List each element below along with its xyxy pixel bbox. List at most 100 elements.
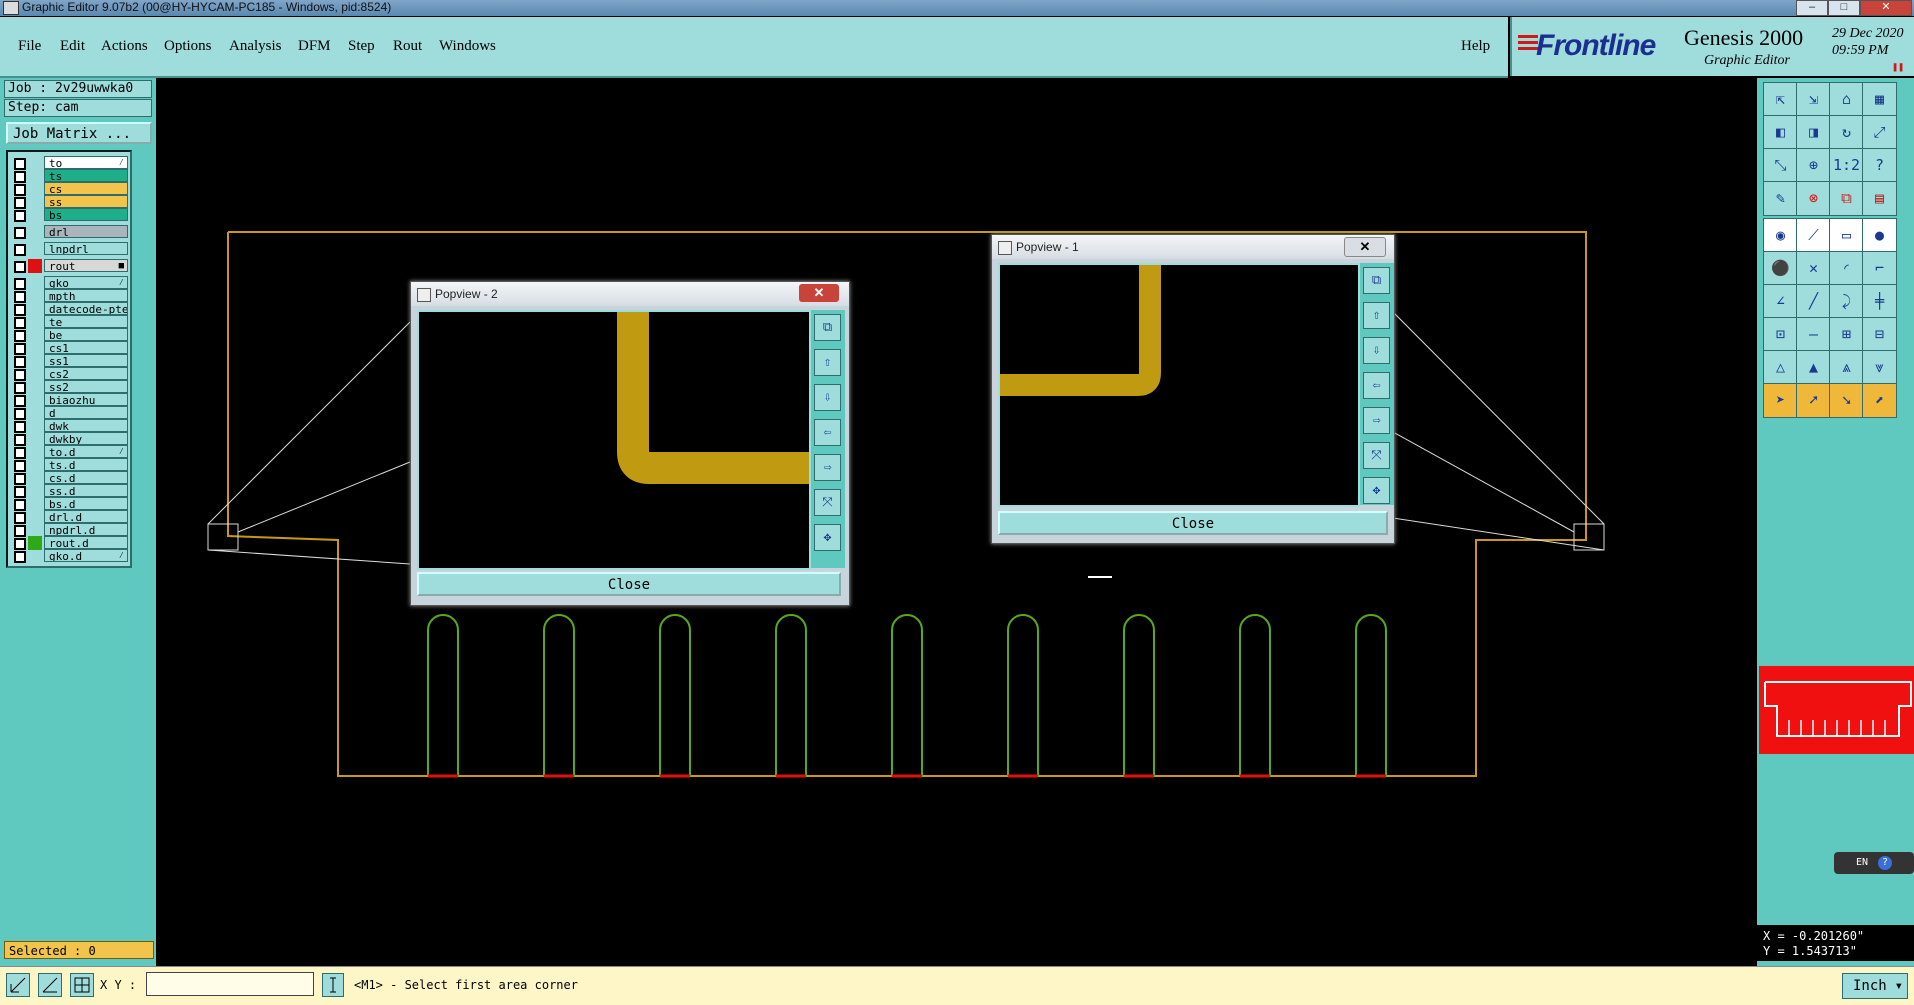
popup-up-icon[interactable]: ⇧ [814, 349, 841, 376]
layer-name[interactable]: bs [44, 208, 128, 221]
tri-icon[interactable]: △ [1763, 350, 1798, 385]
layer-row[interactable]: d [10, 406, 128, 420]
scale-1-2-icon[interactable]: 1:2 [1829, 148, 1864, 183]
layer-name[interactable]: te [44, 315, 128, 328]
layer-name[interactable]: rout.d [44, 536, 128, 549]
close-icon[interactable]: ✕ [1860, 0, 1912, 16]
menu-step[interactable]: Step [348, 38, 375, 55]
copy-icon[interactable]: ⊟ [1862, 317, 1897, 352]
layer-name[interactable]: to.d ⁄ [44, 445, 128, 458]
popup-down-icon[interactable]: ⇩ [814, 384, 841, 411]
menu-options[interactable]: Options [164, 38, 212, 55]
pointer-icon[interactable]: ➤ [1763, 383, 1798, 418]
corner-icon[interactable]: ⌐ [1862, 251, 1897, 286]
layer-checkbox[interactable] [14, 551, 26, 563]
layer-row[interactable]: biaozhu [10, 393, 128, 407]
layer-row[interactable]: te [10, 315, 128, 329]
layer-row[interactable]: ts.d [10, 458, 128, 472]
layer-row[interactable]: rout ■ [10, 259, 128, 273]
layer-name[interactable]: to ⁄ [44, 156, 128, 169]
layer-name[interactable]: ss.d [44, 484, 128, 497]
menu-edit[interactable]: Edit [60, 38, 85, 55]
zoom-out-icon[interactable]: ⇲ [1796, 82, 1831, 117]
layer-name[interactable]: lnpdrl [44, 242, 128, 255]
graphic-canvas[interactable] [156, 78, 1757, 966]
pointer2-icon[interactable]: ➚ [1796, 383, 1831, 418]
layer-name[interactable]: npdrl.d [44, 523, 128, 536]
dot-icon[interactable]: ● [1862, 218, 1897, 253]
popup-right-icon[interactable]: ⇨ [1363, 407, 1390, 434]
cross-icon[interactable]: ✕ [1796, 251, 1831, 286]
snap-mode-icon[interactable] [6, 973, 30, 997]
layer-row[interactable]: ss [10, 195, 128, 209]
overview-map[interactable] [1759, 666, 1914, 754]
grid-icon[interactable]: ▤ [1862, 181, 1897, 216]
layer-row[interactable]: rout.d [10, 536, 128, 550]
popup-zoom-icon[interactable]: ⧉ [1363, 267, 1390, 294]
layer-name[interactable]: dwkby [44, 432, 128, 445]
layer-row[interactable]: mpth [10, 289, 128, 303]
popup-left-icon[interactable]: ⇦ [1363, 372, 1390, 399]
layer-name[interactable]: gko ⁄ [44, 276, 128, 289]
angle-icon[interactable]: ∠ [1763, 284, 1798, 319]
layer-name[interactable]: ts [44, 169, 128, 182]
layer-checkbox[interactable] [14, 244, 26, 256]
layer-row[interactable]: lnpdrl [10, 242, 128, 256]
popview-2-view[interactable] [417, 310, 811, 570]
popview-2-window[interactable]: Popview - 2 ✕ ⧉ ⇧ ⇩ ⇦ ⇨ ⤧ ✥ Close [410, 281, 850, 606]
menu-analysis[interactable]: Analysis [229, 38, 282, 55]
layer-row[interactable]: gko ⁄ [10, 276, 128, 290]
ruler-icon[interactable]: ▭ [1829, 218, 1864, 253]
layer-row[interactable]: dwkby [10, 432, 128, 446]
popup-fit-all-icon[interactable]: ✥ [814, 524, 841, 551]
arc-icon[interactable]: ◜ [1829, 251, 1864, 286]
line-icon[interactable]: ⟋ [1796, 218, 1831, 253]
layer-name[interactable]: biaozhu [44, 393, 128, 406]
measure-icon[interactable]: ✎ [1763, 181, 1798, 216]
layer-row[interactable]: ts [10, 169, 128, 183]
layer-row[interactable]: ss2 [10, 380, 128, 394]
layer-name[interactable]: cs.d [44, 471, 128, 484]
pan-left-icon[interactable]: ◧ [1763, 115, 1798, 150]
zoom-in-icon[interactable]: ⊕ [1796, 148, 1831, 183]
minimize-icon[interactable]: – [1796, 0, 1828, 16]
diag-icon[interactable]: ╱ [1796, 284, 1831, 319]
layer-name[interactable]: mpth [44, 289, 128, 302]
menu-actions[interactable]: Actions [101, 38, 148, 55]
layer-name[interactable]: datecode-pte [44, 302, 128, 315]
layer-row[interactable]: cs [10, 182, 128, 196]
layer-name[interactable]: rout ■ [44, 259, 128, 272]
layer-name[interactable]: ts.d [44, 458, 128, 471]
popview-1-close-icon[interactable]: ✕ [1344, 237, 1386, 257]
popup-fit-all-icon[interactable]: ✥ [1363, 477, 1390, 504]
layer-row[interactable]: cs1 [10, 341, 128, 355]
layer-row[interactable]: bs.d [10, 497, 128, 511]
popup-up-icon[interactable]: ⇧ [1363, 302, 1390, 329]
grid-mode-icon[interactable] [70, 973, 94, 997]
layer-checkbox[interactable] [14, 210, 26, 222]
layer-row[interactable]: datecode-pte [10, 302, 128, 316]
popview-2-close-icon[interactable]: ✕ [799, 284, 839, 302]
layer-row[interactable]: dwk [10, 419, 128, 433]
layer-row[interactable]: to ⁄ [10, 156, 128, 170]
window-icon[interactable]: ▦ [1862, 82, 1897, 117]
layer-row[interactable]: to.d ⁄ [10, 445, 128, 459]
input-cursor-icon[interactable] [322, 973, 344, 997]
zoom-home-icon[interactable]: ⇱ [1763, 82, 1798, 117]
home-icon[interactable]: ⌂ [1829, 82, 1864, 117]
pad-icon[interactable]: ◉ [1763, 218, 1798, 253]
units-selector[interactable]: Inch ▾ [1842, 973, 1908, 999]
layer-row[interactable]: drl [10, 225, 128, 239]
tri4-icon[interactable]: ⩔ [1862, 350, 1897, 385]
fit-icon[interactable]: ⤢ [1862, 115, 1897, 150]
layer-row[interactable]: drl.d [10, 510, 128, 524]
layer-checkbox[interactable] [14, 261, 26, 273]
popup-fit-icon[interactable]: ⤧ [814, 489, 841, 516]
help-circle-icon[interactable]: ? [1878, 856, 1892, 870]
layer-row[interactable]: bs [10, 208, 128, 222]
layer-row[interactable]: ss1 [10, 354, 128, 368]
menu-windows[interactable]: Windows [439, 38, 496, 55]
layer-name[interactable]: ss2 [44, 380, 128, 393]
layer-row[interactable]: ss.d [10, 484, 128, 498]
popup-fit-icon[interactable]: ⤧ [1363, 442, 1390, 469]
